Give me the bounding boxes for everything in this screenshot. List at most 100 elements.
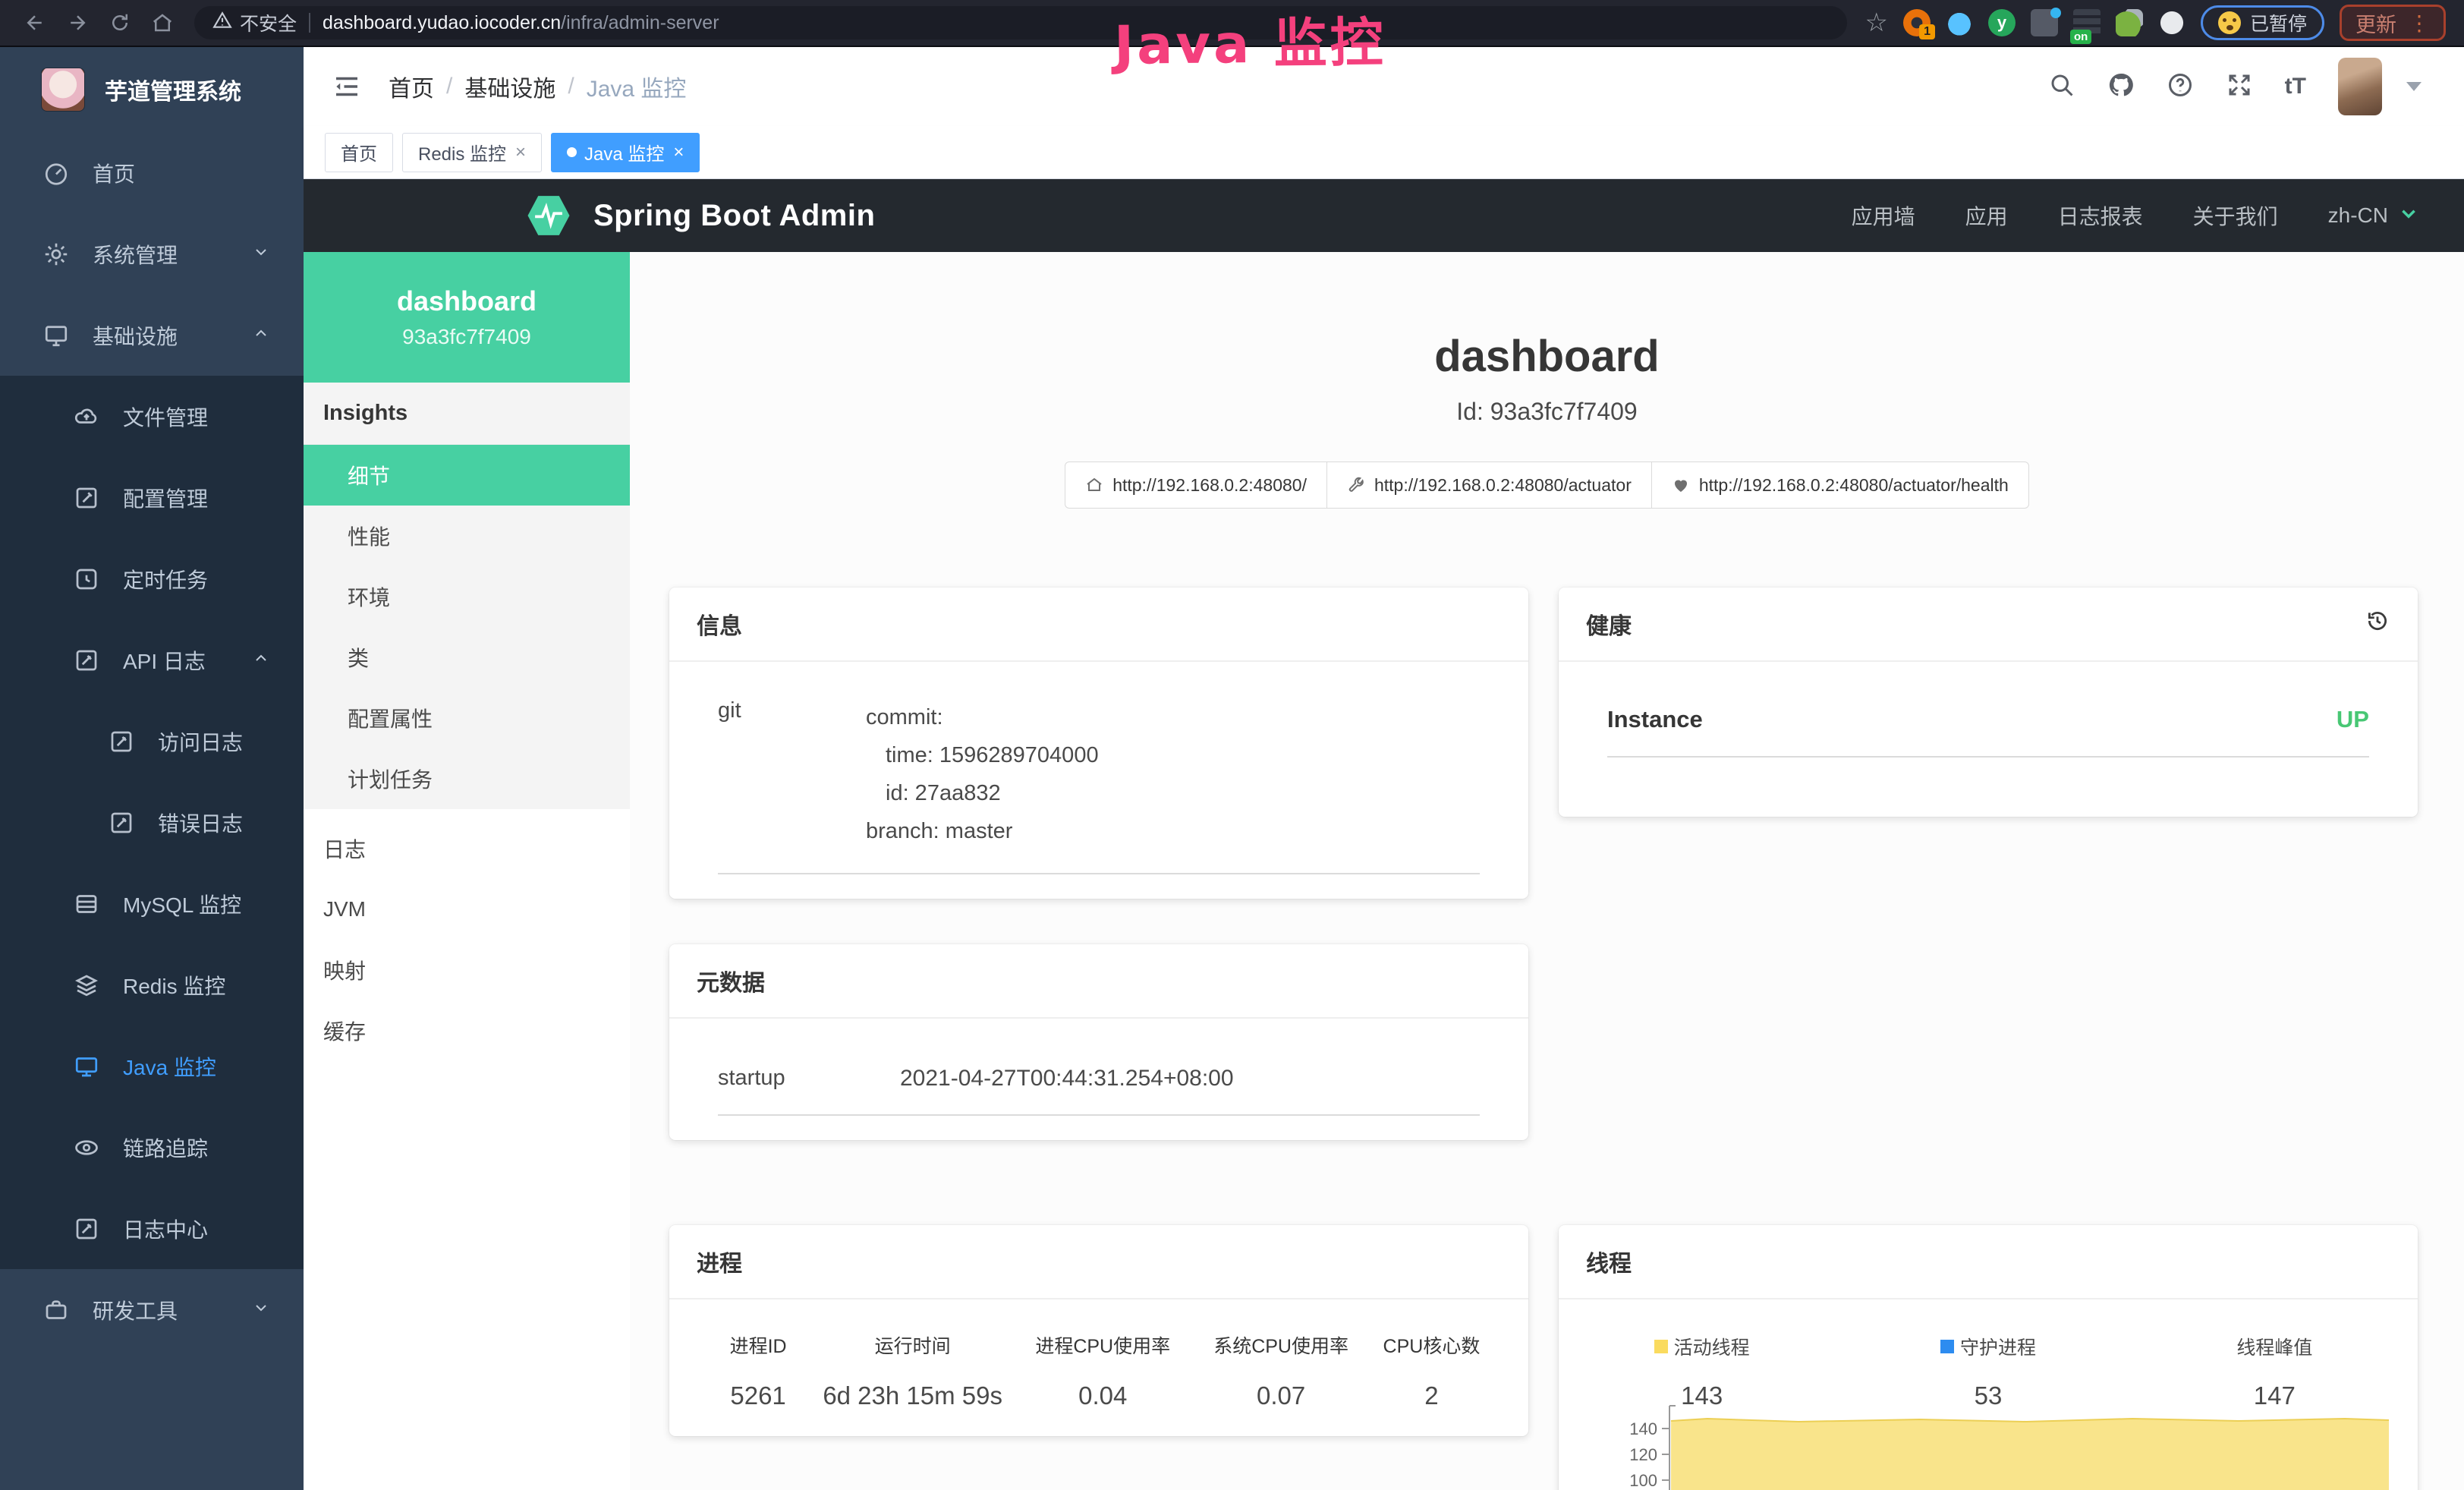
sidebar-item-error-log[interactable]: 错误日志 bbox=[0, 782, 304, 863]
sidebar-item-access-log[interactable]: 访问日志 bbox=[0, 701, 304, 782]
sba-nav-wall[interactable]: 应用墙 bbox=[1852, 200, 1915, 231]
sba-item-mappings[interactable]: 映射 bbox=[304, 940, 630, 1000]
info-value: commit: time: 1596289704000 id: 27aa832 … bbox=[866, 698, 1099, 850]
sidebar-item-label: 系统管理 bbox=[93, 239, 178, 269]
sba-locale-label: zh-CN bbox=[2328, 203, 2388, 228]
briefcase-icon bbox=[42, 1296, 70, 1324]
font-size-icon[interactable]: tT bbox=[2285, 74, 2306, 99]
close-icon[interactable]: × bbox=[673, 142, 684, 163]
sba-item-scheduled-tasks[interactable]: 计划任务 bbox=[304, 748, 630, 809]
sba-item-classes[interactable]: 类 bbox=[304, 627, 630, 688]
sba-nav-about[interactable]: 关于我们 bbox=[2193, 200, 2278, 231]
breadcrumb-infra[interactable]: 基础设施 bbox=[464, 70, 555, 103]
sba-locale-select[interactable]: zh-CN bbox=[2328, 203, 2418, 228]
process-table: 进程ID 运行时间 进程CPU使用率 系统CPU使用率 CPU核心数 5261 … bbox=[669, 1299, 1528, 1410]
sba-item-jvm[interactable]: JVM bbox=[304, 879, 630, 940]
help-icon[interactable] bbox=[2167, 71, 2194, 102]
user-avatar[interactable] bbox=[2338, 58, 2382, 115]
app-logo bbox=[41, 68, 85, 112]
process-table-values: 5261 6d 23h 15m 59s 0.04 0.07 2 bbox=[703, 1381, 1495, 1410]
git-id-line: id: 27aa832 bbox=[866, 774, 1099, 812]
home-icon[interactable] bbox=[147, 8, 178, 38]
actuator-url-button[interactable]: http://192.168.0.2:48080/actuator bbox=[1326, 461, 1652, 509]
sba-item-details[interactable]: 细节 bbox=[304, 445, 630, 506]
spring-boot-admin-logo bbox=[524, 191, 574, 241]
sidebar-item-job[interactable]: 定时任务 bbox=[0, 538, 304, 619]
sba-instance-header[interactable]: dashboard 93a3fc7f7409 bbox=[304, 252, 630, 383]
tab-label: Redis 监控 bbox=[418, 139, 506, 165]
y-tick-120: 120 bbox=[1629, 1445, 1657, 1464]
hamburger-icon[interactable] bbox=[331, 71, 363, 102]
actuator-url-label: http://192.168.0.2:48080/actuator bbox=[1374, 475, 1632, 496]
sba-body: dashboard 93a3fc7f7409 Insights 细节 性能 环境… bbox=[304, 252, 2464, 1490]
forward-icon[interactable] bbox=[62, 8, 93, 38]
address-bar[interactable]: 不安全 dashboard.yudao.iocoder.cn/infra/adm… bbox=[194, 6, 1847, 39]
update-label: 更新 bbox=[2355, 8, 2396, 38]
sidebar-item-system[interactable]: 系统管理 bbox=[0, 213, 304, 295]
sba-item-logs[interactable]: 日志 bbox=[304, 818, 630, 879]
sidebar-item-redis[interactable]: Redis 监控 bbox=[0, 944, 304, 1025]
info-card: 信息 git commit: time: 1596289704000 id: 2… bbox=[669, 587, 1528, 899]
sba-item-environment[interactable]: 环境 bbox=[304, 566, 630, 627]
chrome-menu-icon[interactable]: ⋮ bbox=[2409, 11, 2430, 36]
fullscreen-icon[interactable] bbox=[2226, 71, 2253, 102]
sba-item-config-props[interactable]: 配置属性 bbox=[304, 688, 630, 748]
extension-icon-orange[interactable]: 1 bbox=[1903, 9, 1931, 36]
sidebar-item-label: MySQL 监控 bbox=[123, 889, 241, 919]
tab-java-monitor[interactable]: Java 监控 × bbox=[551, 133, 700, 172]
breadcrumb-separator: / bbox=[446, 74, 452, 99]
extension-icon-list[interactable]: on bbox=[2073, 9, 2101, 36]
breadcrumb-home[interactable]: 首页 bbox=[389, 70, 434, 103]
card-title: 进程 bbox=[697, 1245, 742, 1278]
extension-icon-drop[interactable] bbox=[1946, 9, 1973, 36]
sba-nav-applications[interactable]: 应用 bbox=[1965, 200, 2008, 231]
sba-nav-journal[interactable]: 日志报表 bbox=[2058, 200, 2143, 231]
sidebar-item-label: Java 监控 bbox=[123, 1051, 216, 1082]
bookmark-star-icon[interactable]: ☆ bbox=[1865, 10, 1888, 36]
search-icon[interactable] bbox=[2048, 71, 2075, 102]
sidebar-item-log-center[interactable]: 日志中心 bbox=[0, 1188, 304, 1269]
back-icon[interactable] bbox=[20, 8, 50, 38]
profile-paused-badge[interactable]: 已暂停 bbox=[2201, 5, 2324, 40]
service-url-button[interactable]: http://192.168.0.2:48080/ bbox=[1065, 461, 1327, 509]
annotation-java-monitor: Java 监控 bbox=[1113, 0, 1386, 80]
sidebar-submenu-infra: 文件管理 配置管理 定时任务 API 日志 访问日志 错误日志 bbox=[0, 376, 304, 1269]
reload-icon[interactable] bbox=[105, 8, 135, 38]
extension-icon-grid[interactable] bbox=[2031, 9, 2058, 36]
health-url-button[interactable]: http://192.168.0.2:48080/actuator/health bbox=[1651, 461, 2029, 509]
chrome-toolbar-right: ☆ 1 y on 已暂停 更新 ⋮ bbox=[1865, 5, 2451, 41]
sidebar-item-config[interactable]: 配置管理 bbox=[0, 457, 304, 538]
sba-navbar: Spring Boot Admin 应用墙 应用 日志报表 关于我们 zh-CN bbox=[304, 179, 2464, 252]
col-header: CPU核心数 bbox=[1368, 1331, 1495, 1359]
git-commit-line: commit: bbox=[866, 698, 1099, 736]
sba-brand[interactable]: Spring Boot Admin bbox=[593, 199, 875, 233]
sidebar-item-infra[interactable]: 基础设施 bbox=[0, 295, 304, 376]
sidebar-item-label: 文件管理 bbox=[123, 402, 208, 432]
history-icon[interactable] bbox=[2365, 608, 2390, 640]
sidebar-item-java[interactable]: Java 监控 bbox=[0, 1025, 304, 1107]
app-logo-row[interactable]: 芋道管理系统 bbox=[0, 47, 304, 132]
avatar-caret-icon[interactable] bbox=[2406, 82, 2422, 91]
sba-item-metrics[interactable]: 性能 bbox=[304, 506, 630, 566]
tab-label: 首页 bbox=[341, 139, 377, 165]
sidebar-item-file[interactable]: 文件管理 bbox=[0, 376, 304, 457]
sidebar-item-home[interactable]: 首页 bbox=[0, 132, 304, 213]
git-time-line: time: 1596289704000 bbox=[866, 736, 1099, 774]
browser-update-button[interactable]: 更新 ⋮ bbox=[2340, 5, 2446, 41]
sidebar-item-trace[interactable]: 链路追踪 bbox=[0, 1107, 304, 1188]
sidebar-item-api-log[interactable]: API 日志 bbox=[0, 619, 304, 701]
tab-home[interactable]: 首页 bbox=[325, 133, 393, 172]
extension-icon-green[interactable]: y bbox=[1988, 9, 2016, 36]
sba-item-caches[interactable]: 缓存 bbox=[304, 1000, 630, 1061]
github-icon[interactable] bbox=[2107, 71, 2135, 102]
info-card-body: git commit: time: 1596289704000 id: 27aa… bbox=[669, 662, 1528, 850]
extension-icon-leaf[interactable] bbox=[2116, 9, 2143, 36]
sidebar-item-dev-tools[interactable]: 研发工具 bbox=[0, 1269, 304, 1350]
extensions-puzzle-icon[interactable] bbox=[2158, 9, 2186, 36]
close-icon[interactable]: × bbox=[515, 142, 526, 163]
tab-redis-monitor[interactable]: Redis 监控 × bbox=[402, 133, 542, 172]
health-url-label: http://192.168.0.2:48080/actuator/health bbox=[1699, 475, 2009, 496]
heart-icon bbox=[1672, 476, 1690, 494]
system-cpu: 0.07 bbox=[1194, 1381, 1368, 1410]
sidebar-item-mysql[interactable]: MySQL 监控 bbox=[0, 863, 304, 944]
